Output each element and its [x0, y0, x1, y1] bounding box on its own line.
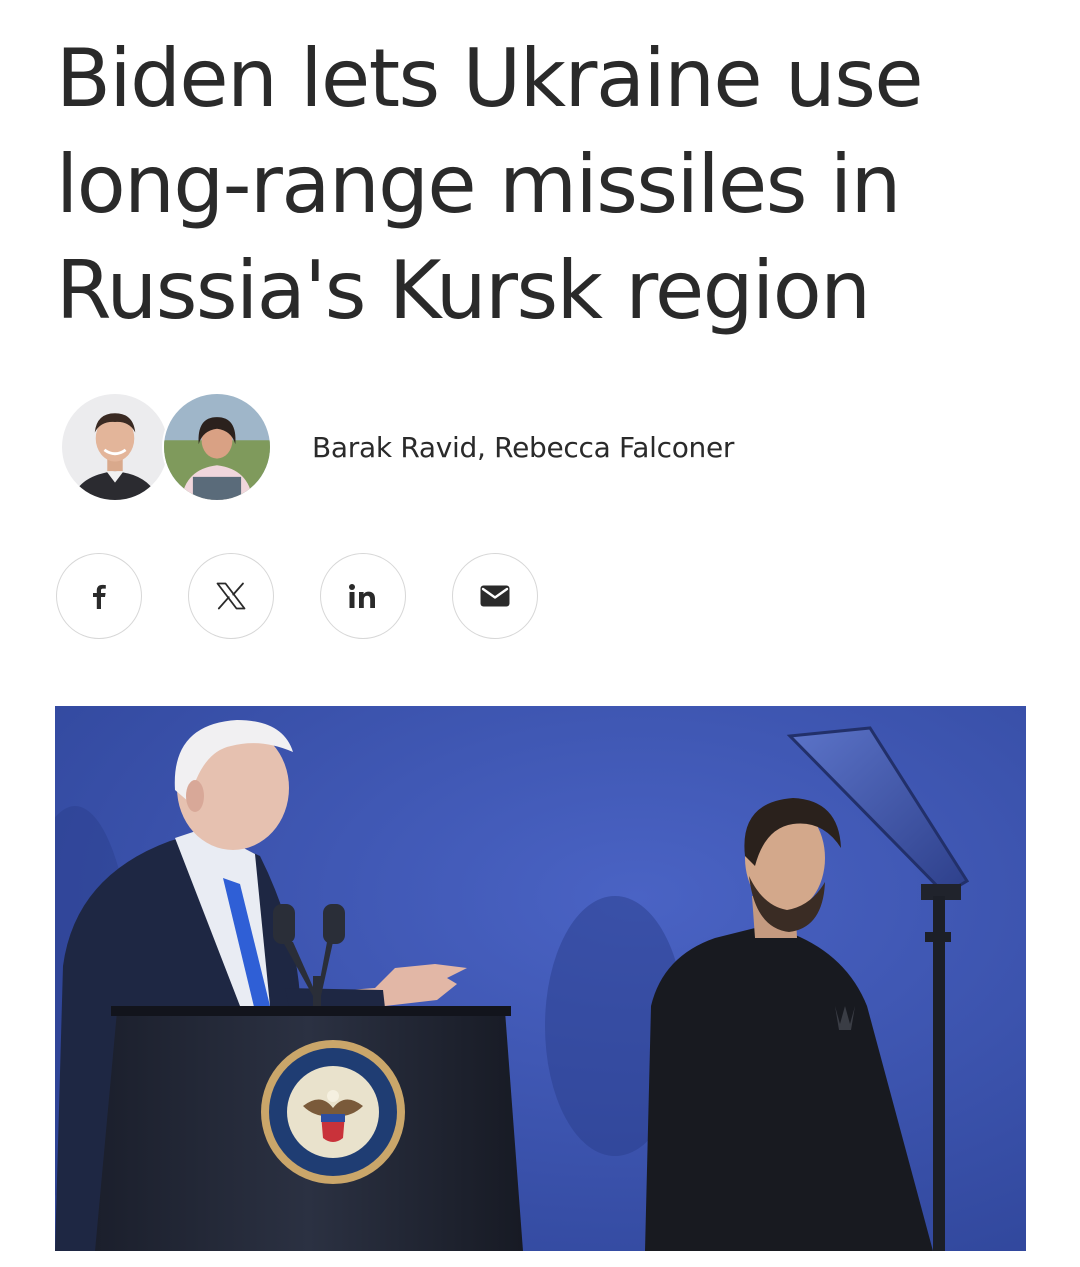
hero-photo — [55, 706, 1026, 1251]
share-buttons — [56, 553, 538, 639]
x-icon — [216, 582, 246, 610]
author-avatar-icon — [164, 394, 270, 500]
facebook-icon — [93, 584, 106, 609]
author-avatar-icon — [62, 394, 168, 500]
email-icon — [480, 585, 510, 607]
article-headline: Biden lets Ukraine use long-range missil… — [56, 32, 924, 337]
author-avatar-rebecca-falconer[interactable] — [162, 392, 272, 502]
byline: Barak Ravid, Rebecca Falconer — [60, 391, 734, 503]
article-page: Biden lets Ukraine use long-range missil… — [0, 0, 1080, 1267]
share-x-button[interactable] — [188, 553, 274, 639]
hero-photo-illustration — [55, 706, 1026, 1251]
share-email-button[interactable] — [452, 553, 538, 639]
author-avatar-barak-ravid[interactable] — [60, 392, 170, 502]
share-linkedin-button[interactable] — [320, 553, 406, 639]
linkedin-icon — [349, 584, 375, 608]
share-facebook-button[interactable] — [56, 553, 142, 639]
author-names[interactable]: Barak Ravid, Rebecca Falconer — [312, 431, 734, 464]
